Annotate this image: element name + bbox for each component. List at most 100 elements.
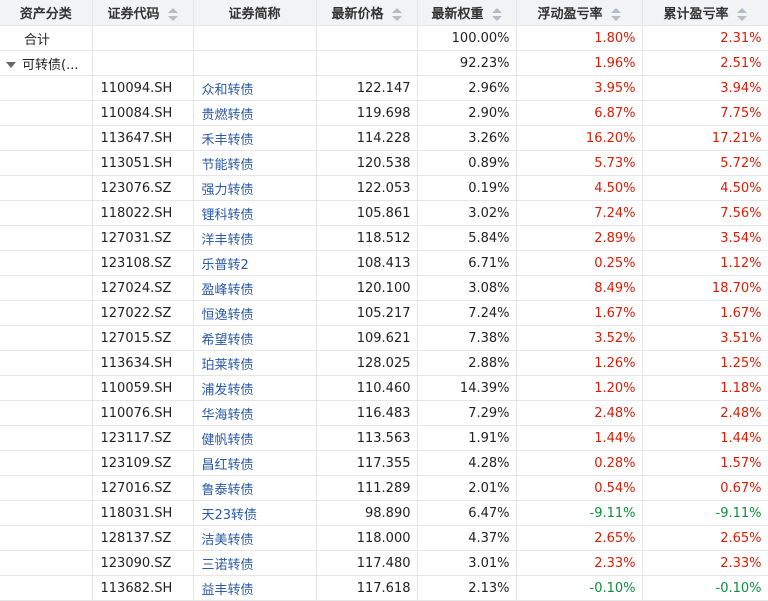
security-name-link[interactable]: 健帆转债 <box>193 425 317 451</box>
float-pl-rate: 3.52% <box>516 325 643 351</box>
group-float-pl: 1.96% <box>516 50 643 76</box>
latest-price: 118.000 <box>316 525 418 551</box>
security-name-link[interactable]: 鲁泰转债 <box>193 475 317 501</box>
latest-price: 113.563 <box>316 425 418 451</box>
latest-price: 119.698 <box>316 100 418 126</box>
table-row[interactable]: 123076.SZ 强力转债 122.053 0.19% 4.50% 4.50% <box>0 175 768 201</box>
security-name-link[interactable]: 华海转债 <box>193 400 317 426</box>
latest-weight: 5.84% <box>417 225 517 251</box>
security-name-link[interactable]: 贵燃转债 <box>193 100 317 126</box>
sort-icon[interactable] <box>167 7 178 22</box>
col-weight-header[interactable]: 最新权重 <box>417 0 517 26</box>
security-code: 113051.SH <box>92 150 194 176</box>
security-code: 127024.SZ <box>92 275 194 301</box>
table-row[interactable]: 110094.SH 众和转债 122.147 2.96% 3.95% 3.94% <box>0 75 768 101</box>
security-code: 123109.SZ <box>92 450 194 476</box>
expand-caret-icon[interactable] <box>6 62 16 68</box>
group-label: 可转债(... <box>22 57 79 73</box>
security-name-link[interactable]: 洁美转债 <box>193 525 317 551</box>
row-indent-cell <box>0 325 93 351</box>
security-code: 127016.SZ <box>92 475 194 501</box>
float-pl-rate: 0.28% <box>516 450 643 476</box>
row-indent-cell <box>0 275 93 301</box>
table-row[interactable]: 127031.SZ 洋丰转债 118.512 5.84% 2.89% 3.54% <box>0 225 768 251</box>
col-asset-class-header[interactable]: 资产分类 <box>0 0 93 26</box>
sort-icon[interactable] <box>736 7 747 22</box>
table-row[interactable]: 123108.SZ 乐普转2 108.413 6.71% 0.25% 1.12% <box>0 250 768 276</box>
float-pl-rate: 1.20% <box>516 375 643 401</box>
latest-price: 110.460 <box>316 375 418 401</box>
cum-pl-rate: 17.21% <box>642 125 768 151</box>
table-row[interactable]: 113051.SH 节能转债 120.538 0.89% 5.73% 5.72% <box>0 150 768 176</box>
security-name-link[interactable]: 乐普转2 <box>193 250 317 276</box>
latest-weight: 7.38% <box>417 325 517 351</box>
security-name-link[interactable]: 禾丰转债 <box>193 125 317 151</box>
summary-price-cell <box>316 25 418 51</box>
col-price-header[interactable]: 最新价格 <box>316 0 418 26</box>
latest-weight: 2.01% <box>417 475 517 501</box>
row-indent-cell <box>0 300 93 326</box>
table-row[interactable]: 123109.SZ 昌红转债 117.355 4.28% 0.28% 1.57% <box>0 450 768 476</box>
security-code: 113647.SH <box>92 125 194 151</box>
group-row[interactable]: 可转债(... 92.23% 1.96% 2.51% <box>0 50 768 76</box>
cum-pl-rate: 1.12% <box>642 250 768 276</box>
table-row[interactable]: 127016.SZ 鲁泰转债 111.289 2.01% 0.54% 0.67% <box>0 475 768 501</box>
security-name-link[interactable]: 希望转债 <box>193 325 317 351</box>
security-code: 110076.SH <box>92 400 194 426</box>
table-row[interactable]: 110084.SH 贵燃转债 119.698 2.90% 6.87% 7.75% <box>0 100 768 126</box>
security-name-link[interactable]: 洋丰转债 <box>193 225 317 251</box>
latest-weight: 6.47% <box>417 500 517 526</box>
summary-cum-pl: 2.31% <box>642 25 768 51</box>
col-cum-pl-header[interactable]: 累计盈亏率 <box>642 0 768 26</box>
security-name-link[interactable]: 强力转债 <box>193 175 317 201</box>
sort-icon[interactable] <box>610 7 621 22</box>
float-pl-rate: 8.49% <box>516 275 643 301</box>
latest-price: 117.355 <box>316 450 418 476</box>
table-row[interactable]: 127022.SZ 恒逸转债 105.217 7.24% 1.67% 1.67% <box>0 300 768 326</box>
security-name-link[interactable]: 珀莱转债 <box>193 350 317 376</box>
col-code-header[interactable]: 证券代码 <box>92 0 194 26</box>
latest-weight: 2.90% <box>417 100 517 126</box>
table-row[interactable]: 118031.SH 天23转债 98.890 6.47% -9.11% -9.11% <box>0 500 768 526</box>
security-name-link[interactable]: 众和转债 <box>193 75 317 101</box>
cum-pl-rate: 3.54% <box>642 225 768 251</box>
cum-pl-rate: 1.57% <box>642 450 768 476</box>
float-pl-rate: 2.33% <box>516 550 643 576</box>
security-name-link[interactable]: 盈峰转债 <box>193 275 317 301</box>
latest-price: 105.861 <box>316 200 418 226</box>
security-name-link[interactable]: 天23转债 <box>193 500 317 526</box>
group-label-cell[interactable]: 可转债(... <box>0 50 93 76</box>
table-row[interactable]: 127024.SZ 盈峰转债 120.100 3.08% 8.49% 18.70% <box>0 275 768 301</box>
latest-price: 122.147 <box>316 75 418 101</box>
float-pl-rate: 2.89% <box>516 225 643 251</box>
row-indent-cell <box>0 375 93 401</box>
table-row[interactable]: 113634.SH 珀莱转债 128.025 2.88% 1.26% 1.25% <box>0 350 768 376</box>
table-row[interactable]: 118022.SH 锂科转债 105.861 3.02% 7.24% 7.56% <box>0 200 768 226</box>
table-row[interactable]: 123090.SZ 三诺转债 117.480 3.01% 2.33% 2.33% <box>0 550 768 576</box>
table-row[interactable]: 128137.SZ 洁美转债 118.000 4.37% 2.65% 2.65% <box>0 525 768 551</box>
table-row[interactable]: 127015.SZ 希望转债 109.621 7.38% 3.52% 3.51% <box>0 325 768 351</box>
sort-icon[interactable] <box>491 7 502 22</box>
security-name-link[interactable]: 恒逸转债 <box>193 300 317 326</box>
row-indent-cell <box>0 75 93 101</box>
latest-price: 120.100 <box>316 275 418 301</box>
row-indent-cell <box>0 250 93 276</box>
security-name-link[interactable]: 节能转债 <box>193 150 317 176</box>
security-name-link[interactable]: 浦发转债 <box>193 375 317 401</box>
col-name-header[interactable]: 证券简称 <box>193 0 317 26</box>
latest-weight: 14.39% <box>417 375 517 401</box>
sort-icon[interactable] <box>391 7 402 22</box>
cum-pl-rate: 2.33% <box>642 550 768 576</box>
table-row[interactable]: 113647.SH 禾丰转债 114.228 3.26% 16.20% 17.21% <box>0 125 768 151</box>
security-name-link[interactable]: 三诺转债 <box>193 550 317 576</box>
float-pl-rate: 1.67% <box>516 300 643 326</box>
group-weight: 92.23% <box>417 50 517 76</box>
table-row[interactable]: 110076.SH 华海转债 116.483 7.29% 2.48% 2.48% <box>0 400 768 426</box>
table-row[interactable]: 110059.SH 浦发转债 110.460 14.39% 1.20% 1.18% <box>0 375 768 401</box>
float-pl-rate: 0.25% <box>516 250 643 276</box>
security-name-link[interactable]: 昌红转债 <box>193 450 317 476</box>
table-row[interactable]: 123117.SZ 健帆转债 113.563 1.91% 1.44% 1.44% <box>0 425 768 451</box>
col-float-pl-header[interactable]: 浮动盈亏率 <box>516 0 643 26</box>
cum-pl-rate: 7.75% <box>642 100 768 126</box>
security-name-link[interactable]: 锂科转债 <box>193 200 317 226</box>
